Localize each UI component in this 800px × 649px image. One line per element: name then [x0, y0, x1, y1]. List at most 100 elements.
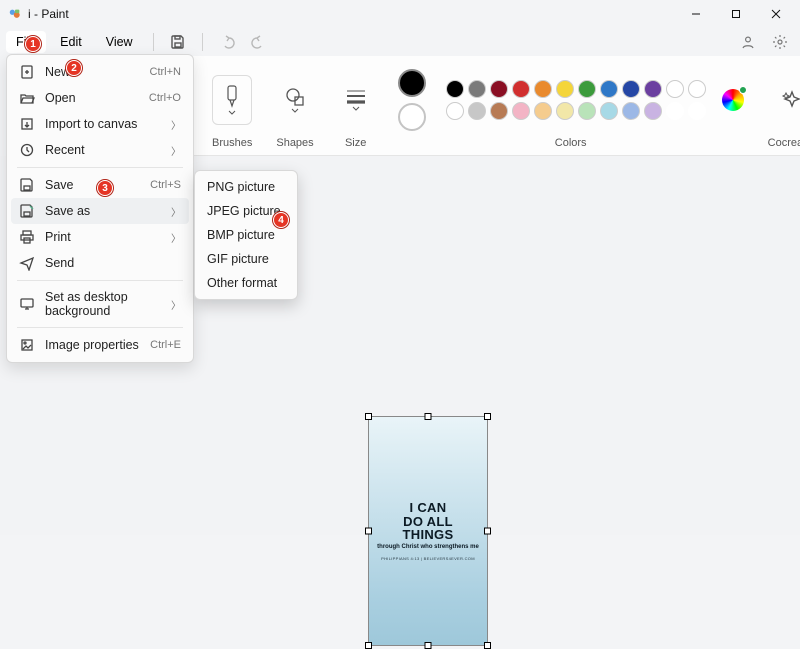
recent-icon	[19, 142, 35, 158]
menu-item-label: Open	[45, 91, 139, 105]
color-swatch[interactable]	[446, 80, 464, 98]
resize-handle[interactable]	[425, 642, 432, 649]
props-icon	[19, 337, 35, 353]
menu-item-label: Send	[45, 256, 181, 270]
color-swatch[interactable]	[468, 102, 486, 120]
desktop-icon	[19, 296, 35, 312]
color-swatch[interactable]	[688, 80, 706, 98]
menu-item-label: Save	[45, 178, 140, 192]
size-button[interactable]	[338, 75, 374, 125]
color-swatch[interactable]	[578, 102, 596, 120]
group-size: Size	[328, 62, 384, 155]
menu-item-import-to-canvas[interactable]: Import to canvas 〉	[11, 111, 189, 137]
menu-item-label: Image properties	[45, 338, 140, 352]
color-swatch[interactable]	[666, 102, 684, 120]
resize-handle[interactable]	[484, 528, 491, 535]
divider	[153, 33, 154, 51]
resize-handle[interactable]	[365, 528, 372, 535]
file-dropdown: New Ctrl+N Open Ctrl+O Import to canvas …	[6, 54, 194, 363]
resize-handle[interactable]	[425, 413, 432, 420]
menu-item-label: Save as	[45, 204, 161, 218]
brushes-button[interactable]	[212, 75, 252, 125]
menu-edit[interactable]: Edit	[50, 31, 92, 53]
menu-item-label: Set as desktop background	[45, 290, 161, 318]
primary-color[interactable]	[398, 69, 426, 97]
menu-item-label: New	[45, 65, 140, 79]
maximize-button[interactable]	[716, 0, 756, 28]
group-label: Shapes	[276, 137, 313, 155]
color-swatch[interactable]	[688, 102, 706, 120]
artboard-image[interactable]: I CAN DO ALL THINGS through Christ who s…	[368, 416, 488, 646]
color-swatch[interactable]	[644, 102, 662, 120]
menu-item-save-as[interactable]: Save as 〉	[11, 198, 189, 224]
color-swatch[interactable]	[490, 80, 508, 98]
submenu-label: BMP picture	[207, 228, 285, 242]
menu-item-image-properties[interactable]: Image properties Ctrl+E	[11, 332, 189, 358]
window-title: i - Paint	[28, 7, 69, 21]
account-icon[interactable]	[734, 30, 762, 54]
undo-button[interactable]	[213, 30, 241, 54]
color-swatch[interactable]	[644, 80, 662, 98]
menu-item-label: Import to canvas	[45, 117, 161, 131]
shortcut: Ctrl+N	[150, 66, 181, 78]
menu-item-open[interactable]: Open Ctrl+O	[11, 85, 189, 111]
menu-item-print[interactable]: Print 〉	[11, 224, 189, 250]
redo-button[interactable]	[245, 30, 273, 54]
image-content: I CAN DO ALL THINGS through Christ who s…	[369, 417, 487, 645]
annotation-3: 3	[97, 180, 113, 196]
divider	[202, 33, 203, 51]
menu-bar: File Edit View	[0, 28, 800, 56]
color-swatch[interactable]	[556, 102, 574, 120]
color-swatch[interactable]	[600, 80, 618, 98]
close-button[interactable]	[756, 0, 796, 28]
menu-item-label: Print	[45, 230, 161, 244]
annotation-2: 2	[66, 60, 82, 76]
menu-item-send[interactable]: Send	[11, 250, 189, 276]
resize-handle[interactable]	[484, 642, 491, 649]
settings-icon[interactable]	[766, 30, 794, 54]
annotation-1: 1	[25, 36, 41, 52]
menu-view[interactable]: View	[96, 31, 143, 53]
save-icon-button[interactable]	[164, 30, 192, 54]
submenu-item-gif-picture[interactable]: GIF picture	[199, 247, 293, 271]
color-swatch[interactable]	[512, 102, 530, 120]
shortcut: Ctrl+E	[150, 339, 181, 351]
resize-handle[interactable]	[365, 642, 372, 649]
menu-edit-label: Edit	[60, 35, 82, 49]
title-bar: i - Paint	[0, 0, 800, 28]
group-cocreator: Cocreator	[758, 62, 800, 155]
ribbon: Brushes Shapes Size	[192, 56, 800, 156]
menu-view-label: View	[106, 35, 133, 49]
submenu-label: GIF picture	[207, 252, 285, 266]
color-swatch[interactable]	[666, 80, 684, 98]
menu-item-new[interactable]: New Ctrl+N	[11, 59, 189, 85]
cocreator-button[interactable]	[774, 75, 800, 125]
submenu-label: Other format	[207, 276, 285, 290]
minimize-button[interactable]	[676, 0, 716, 28]
secondary-color[interactable]	[398, 103, 426, 131]
menu-item-recent[interactable]: Recent 〉	[11, 137, 189, 163]
shapes-button[interactable]	[277, 75, 313, 125]
color-swatch[interactable]	[578, 80, 596, 98]
color-swatch[interactable]	[556, 80, 574, 98]
color-swatches	[446, 80, 706, 120]
color-swatch[interactable]	[468, 80, 486, 98]
color-swatch[interactable]	[600, 102, 618, 120]
color-swatch[interactable]	[534, 102, 552, 120]
group-brushes: Brushes	[202, 62, 262, 155]
submenu-item-png-picture[interactable]: PNG picture	[199, 175, 293, 199]
color-swatch[interactable]	[512, 80, 530, 98]
print-icon	[19, 229, 35, 245]
color-swatch[interactable]	[446, 102, 464, 120]
resize-handle[interactable]	[365, 413, 372, 420]
group-label: Cocreator	[768, 137, 800, 155]
submenu-item-other-format[interactable]: Other format	[199, 271, 293, 295]
color-swatch[interactable]	[622, 80, 640, 98]
color-swatch[interactable]	[622, 102, 640, 120]
menu-item-set-as-desktop-background[interactable]: Set as desktop background 〉	[11, 285, 189, 323]
shortcut: Ctrl+S	[150, 179, 181, 191]
resize-handle[interactable]	[484, 413, 491, 420]
edit-colors-button[interactable]	[722, 89, 744, 111]
color-swatch[interactable]	[490, 102, 508, 120]
color-swatch[interactable]	[534, 80, 552, 98]
